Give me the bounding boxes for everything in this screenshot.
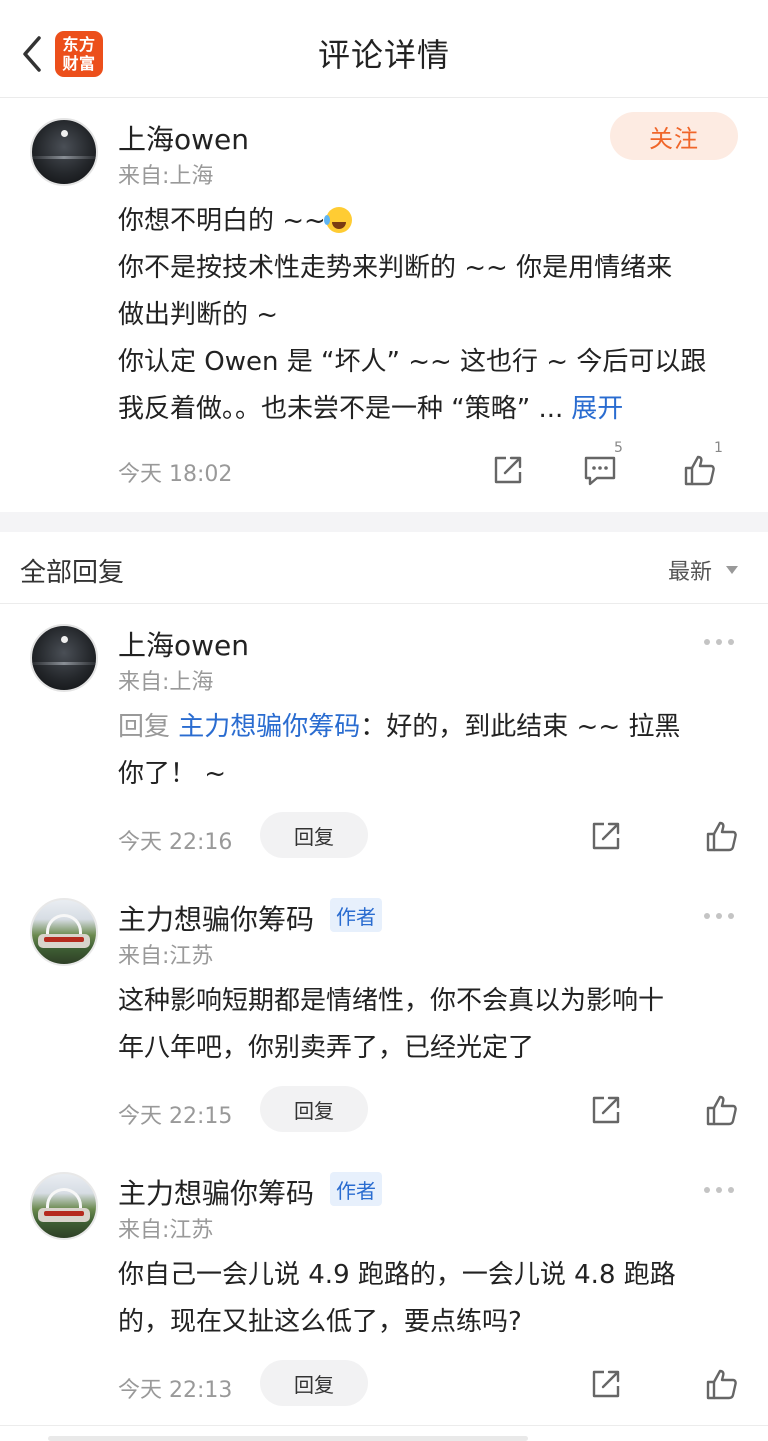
reply-username[interactable]: 主力想骗你筹码 bbox=[118, 898, 314, 938]
more-dots-icon bbox=[704, 913, 710, 919]
like-button[interactable] bbox=[704, 1092, 740, 1128]
like-count: 1 bbox=[714, 440, 723, 456]
reply-line: 你自己一会儿说 4.9 跑路的，一会儿说 4.8 跑路 bbox=[118, 1260, 676, 1290]
post-line: 你认定 Owen 是 “坏人” ~~ 这也行 ~ 今后可以跟 bbox=[118, 347, 707, 377]
more-dots-icon bbox=[728, 639, 734, 645]
more-dots-icon bbox=[728, 913, 734, 919]
top-nav-bar: 东方 财富 评论详情 bbox=[0, 0, 768, 98]
more-dots-icon bbox=[716, 1187, 722, 1193]
reply-location: 来自:江苏 bbox=[118, 944, 214, 969]
next-item-peek bbox=[48, 1436, 528, 1441]
reply-username[interactable]: 主力想骗你筹码 bbox=[118, 1172, 314, 1212]
reply-time: 今天 22:15 bbox=[118, 1104, 233, 1129]
reply-button[interactable]: 回复 bbox=[260, 1086, 368, 1132]
reply-item: 主力想骗你筹码 作者 来自:江苏 你自己一会儿说 4.9 跑路的，一会儿说 4.… bbox=[0, 1152, 768, 1422]
more-options-button[interactable] bbox=[704, 1180, 738, 1200]
share-button[interactable] bbox=[588, 1366, 624, 1402]
reply-button[interactable]: 回复 bbox=[260, 812, 368, 858]
like-button[interactable] bbox=[704, 818, 740, 854]
thumbs-up-icon bbox=[706, 1095, 737, 1126]
like-button[interactable] bbox=[704, 1366, 740, 1402]
sort-dropdown[interactable]: 最新 bbox=[668, 554, 738, 586]
post-line: 你不是按技术性走势来判断的 ~~ 你是用情绪来 bbox=[118, 253, 673, 283]
section-divider bbox=[0, 512, 768, 532]
share-button[interactable] bbox=[588, 1092, 624, 1128]
main-post: 上海owen 来自:上海 关注 你想不明白的 ~~ 你不是按技术性走势来判断的 … bbox=[0, 98, 768, 512]
post-line-text: 我反着做。。也未尝不是一种 “策略” ... bbox=[118, 394, 564, 424]
reply-prefix: 回复 bbox=[118, 712, 171, 742]
thumbs-up-icon bbox=[706, 821, 737, 852]
more-dots-icon bbox=[704, 639, 710, 645]
expand-link[interactable]: 展开 bbox=[571, 394, 623, 424]
more-dots-icon bbox=[704, 1187, 710, 1193]
reply-time: 今天 22:13 bbox=[118, 1378, 233, 1403]
reply-line: 年八年吧，你别卖弄了，已经光定了 bbox=[118, 1033, 535, 1063]
mention-link[interactable]: 主力想骗你筹码 bbox=[178, 712, 360, 742]
reply-line: 回复 主力想骗你筹码：好的，到此结束 ~~ 拉黑 bbox=[118, 704, 738, 751]
avatar[interactable] bbox=[30, 118, 98, 186]
post-line: 做出判断的 ~ bbox=[118, 300, 279, 330]
more-dots-icon bbox=[716, 913, 722, 919]
thumbs-up-icon bbox=[684, 455, 715, 486]
reply-line: 的，现在又扯这么低了，要点练吗? bbox=[118, 1307, 522, 1337]
replies-header: 全部回复 最新 bbox=[0, 532, 768, 604]
avatar[interactable] bbox=[30, 898, 98, 966]
reply-content: 回复 主力想骗你筹码：好的，到此结束 ~~ 拉黑 你了！ ~ bbox=[118, 704, 738, 798]
share-button[interactable] bbox=[490, 452, 526, 488]
comment-icon bbox=[584, 456, 616, 486]
share-icon bbox=[494, 456, 522, 484]
laughing-crying-emoji-icon bbox=[323, 207, 352, 233]
reply-line: 你了！ ~ bbox=[118, 759, 227, 789]
reply-content: 这种影响短期都是情绪性，你不会真以为影响十 年八年吧，你别卖弄了，已经光定了 bbox=[118, 978, 738, 1072]
replies-title: 全部回复 bbox=[20, 558, 125, 588]
list-divider bbox=[0, 1425, 768, 1426]
more-dots-icon bbox=[728, 1187, 734, 1193]
post-time: 今天 18:02 bbox=[118, 462, 233, 487]
reply-location: 来自:江苏 bbox=[118, 1218, 214, 1243]
page-title: 评论详情 bbox=[317, 36, 450, 74]
share-button[interactable] bbox=[588, 818, 624, 854]
reply-item: 主力想骗你筹码 作者 来自:江苏 这种影响短期都是情绪性，你不会真以为影响十 年… bbox=[0, 878, 768, 1148]
author-badge: 作者 bbox=[330, 1172, 382, 1206]
comment-button[interactable] bbox=[582, 452, 618, 488]
reply-button[interactable]: 回复 bbox=[260, 1360, 368, 1406]
reply-content: 你自己一会儿说 4.9 跑路的，一会儿说 4.8 跑路 的，现在又扯这么低了，要… bbox=[118, 1252, 738, 1346]
post-line-text: 你想不明白的 ~~ bbox=[118, 206, 326, 236]
more-options-button[interactable] bbox=[704, 906, 738, 926]
thumbs-up-icon bbox=[706, 1369, 737, 1400]
sort-label: 最新 bbox=[667, 560, 712, 585]
more-dots-icon bbox=[716, 639, 722, 645]
post-location: 来自:上海 bbox=[118, 164, 214, 189]
reply-username[interactable]: 上海owen bbox=[118, 624, 249, 664]
reply-line-text: ：好的，到此结束 ~~ 拉黑 bbox=[360, 712, 681, 742]
reply-item: 上海owen 来自:上海 回复 主力想骗你筹码：好的，到此结束 ~~ 拉黑 你了… bbox=[0, 604, 768, 874]
reply-line: 这种影响短期都是情绪性，你不会真以为影响十 bbox=[118, 986, 665, 1016]
post-line: 我反着做。。也未尝不是一种 “策略” ... 展开 bbox=[118, 386, 728, 433]
post-content: 你想不明白的 ~~ 你不是按技术性走势来判断的 ~~ 你是用情绪来 做出判断的 … bbox=[118, 198, 728, 433]
post-line: 你想不明白的 ~~ bbox=[118, 198, 728, 245]
like-button[interactable] bbox=[682, 452, 718, 488]
dropdown-arrow-icon bbox=[726, 566, 738, 574]
share-icon bbox=[592, 822, 620, 850]
share-icon bbox=[592, 1370, 620, 1398]
author-badge: 作者 bbox=[330, 898, 382, 932]
reply-time: 今天 22:16 bbox=[118, 830, 233, 855]
reply-location: 来自:上海 bbox=[118, 670, 214, 695]
post-username[interactable]: 上海owen bbox=[118, 118, 249, 158]
avatar[interactable] bbox=[30, 624, 98, 692]
share-icon bbox=[592, 1096, 620, 1124]
more-options-button[interactable] bbox=[704, 632, 738, 652]
follow-button[interactable]: 关注 bbox=[610, 112, 738, 160]
comment-count: 5 bbox=[614, 440, 623, 456]
avatar[interactable] bbox=[30, 1172, 98, 1240]
